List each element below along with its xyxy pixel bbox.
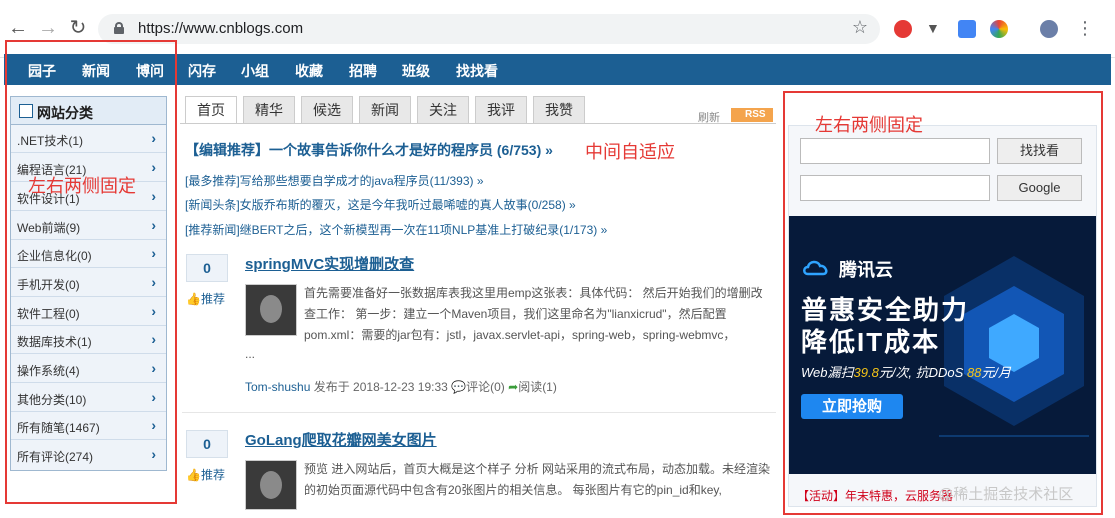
author-link[interactable]: Tom-shushu <box>245 380 310 394</box>
bookmark-star-icon[interactable]: ☆ <box>852 17 868 38</box>
thumb-up-icon: 👍 <box>186 468 201 482</box>
read-icon: ➦ <box>508 380 519 394</box>
avatar[interactable] <box>245 284 297 336</box>
center-annotation-label: 中间自适应 <box>585 142 675 162</box>
tab-home[interactable]: 首页 <box>185 96 237 124</box>
post-summary: 预览 进入网站后，首页大概是这个样子 分析 网站采用的流式布局，动态加载。未经渲… <box>304 462 771 497</box>
tab-news[interactable]: 新闻 <box>359 96 411 124</box>
vote-count: 0 <box>186 254 228 282</box>
nav-item[interactable]: 收藏 <box>295 61 323 81</box>
comment-count[interactable]: 评论(0) <box>466 380 505 394</box>
digg-label: 推荐 <box>200 292 225 306</box>
reload-icon[interactable]: ↻ <box>66 16 90 40</box>
right-annotation-label: 左右两侧固定 <box>815 115 923 135</box>
tab-following[interactable]: 关注 <box>417 96 469 124</box>
back-icon[interactable]: ← <box>6 16 30 40</box>
avatar[interactable] <box>245 460 297 510</box>
post-title-link[interactable]: GoLang爬取花瓣网美女图片 <box>245 429 437 450</box>
extension-v-icon[interactable]: ▼ <box>926 20 944 38</box>
news-link[interactable]: [新闻头条]女版乔布斯的覆灭，这是今年我听过最唏嘘的真人故事(0/258) » <box>185 196 576 213</box>
vote-count: 0 <box>186 430 228 458</box>
news-link[interactable]: [推荐新闻]继BERT之后，这个新模型再一次在11项NLP基准上打破纪录(1/1… <box>185 221 607 238</box>
tab-my-likes[interactable]: 我赞 <box>533 96 585 124</box>
extension-icon[interactable] <box>894 20 912 38</box>
read-count: 阅读(1) <box>518 380 557 394</box>
digg-button[interactable]: 👍推荐 <box>186 290 225 307</box>
right-annotation-box <box>783 91 1103 515</box>
rss-badge[interactable]: RSS <box>731 108 773 122</box>
address-bar[interactable]: https://www.cnblogs.com ☆ <box>98 14 880 44</box>
nav-item[interactable]: 班级 <box>402 61 430 81</box>
nav-item[interactable]: 闪存 <box>188 61 216 81</box>
tab-divider <box>180 123 776 124</box>
color-picker-icon[interactable] <box>990 20 1008 38</box>
translate-icon[interactable] <box>958 20 976 38</box>
post-date: 发布于 2018-12-23 19:33 <box>313 380 448 394</box>
nav-item[interactable]: 招聘 <box>349 61 377 81</box>
profile-avatar[interactable] <box>1040 20 1058 38</box>
refresh-link[interactable]: 刷新 <box>698 109 720 125</box>
tab-my-comments[interactable]: 我评 <box>475 96 527 124</box>
tab-candidates[interactable]: 候选 <box>301 96 353 124</box>
post-summary: 首先需要准备好一张数据库表我这里用emp这张表：具体代码： 然后开始我们的增删改… <box>304 286 763 342</box>
nav-item[interactable]: 找找看 <box>456 61 498 81</box>
summary-ellipsis: ... <box>245 347 256 361</box>
forward-icon[interactable]: → <box>36 16 60 40</box>
nav-item[interactable]: 小组 <box>241 61 269 81</box>
tab-featured[interactable]: 精华 <box>243 96 295 124</box>
post-title-link[interactable]: springMVC实现增删改查 <box>245 253 414 274</box>
lock-icon <box>114 22 124 34</box>
post-divider <box>182 412 776 413</box>
news-link[interactable]: [最多推荐]写给那些想要自学成才的java程序员(11/393) » <box>185 172 484 189</box>
editor-pick-link[interactable]: 【编辑推荐】一个故事告诉你什么才是好的程序员 (6/753) » <box>185 140 553 160</box>
menu-icon[interactable]: ⋮ <box>1076 16 1094 40</box>
post-meta: Tom-shushu 发布于 2018-12-23 19:33 💬评论(0) ➦… <box>245 378 557 395</box>
digg-label: 推荐 <box>200 468 225 482</box>
thumb-up-icon: 👍 <box>186 292 201 306</box>
comment-icon: 💬 <box>451 380 467 394</box>
left-annotation-box <box>5 40 177 504</box>
left-annotation-label: 左右两侧固定 <box>28 176 136 196</box>
digg-button[interactable]: 👍推荐 <box>186 466 225 483</box>
url-text: https://www.cnblogs.com <box>138 20 304 37</box>
